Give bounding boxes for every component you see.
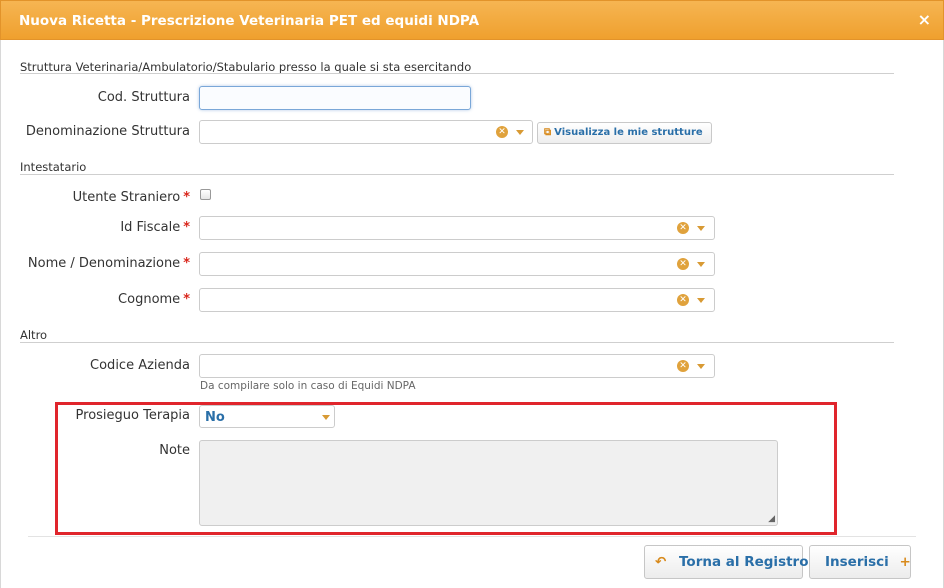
visualizza-strutture-label: Visualizza le mie strutture: [554, 127, 703, 138]
caret-down-icon[interactable]: [697, 226, 705, 231]
section-divider: [20, 174, 894, 175]
section-title-intestatario: Intestatario: [20, 160, 87, 174]
required-mark: *: [183, 220, 190, 235]
caret-down-icon[interactable]: [697, 298, 705, 303]
external-link-icon: ⧉: [544, 127, 552, 138]
section-title-struttura: Struttura Veterinaria/Ambulatorio/Stabul…: [20, 60, 472, 74]
nome-denominazione-text: Nome / Denominazione: [27, 256, 181, 271]
plus-icon: +: [899, 554, 911, 570]
clear-icon[interactable]: ✕: [677, 360, 689, 372]
clear-icon[interactable]: ✕: [677, 222, 689, 234]
torna-al-registro-button[interactable]: ↶ Torna al Registro: [644, 545, 809, 579]
caret-down-icon[interactable]: [697, 262, 705, 267]
codice-azienda-hint: Da compilare solo in caso di Equidi NDPA: [200, 380, 416, 392]
required-mark: *: [183, 292, 190, 307]
torna-al-registro-label: Torna al Registro: [679, 554, 809, 570]
inserisci-button[interactable]: Inserisci +: [809, 545, 911, 579]
cognome-text: Cognome: [118, 292, 181, 307]
id-fiscale-label: Id Fiscale *: [0, 220, 190, 235]
close-icon[interactable]: ×: [918, 10, 931, 29]
utente-straniero-checkbox[interactable]: [200, 189, 211, 200]
utente-straniero-text: Utente Straniero: [72, 190, 181, 205]
visualizza-strutture-button[interactable]: ⧉ Visualizza le mie strutture: [537, 122, 712, 144]
required-mark: *: [183, 190, 190, 205]
utente-straniero-label: Utente Straniero *: [0, 190, 190, 205]
cod-struttura-input[interactable]: [199, 86, 471, 110]
clear-icon[interactable]: ✕: [677, 294, 689, 306]
id-fiscale-select[interactable]: ✕: [199, 216, 715, 240]
nome-denominazione-select[interactable]: ✕: [199, 252, 715, 276]
dialog-titlebar: Nuova Ricetta - Prescrizione Veterinaria…: [0, 0, 944, 40]
nome-denominazione-label: Nome / Denominazione *: [0, 256, 190, 271]
section-divider: [20, 342, 894, 343]
inserisci-label: Inserisci: [825, 554, 889, 570]
clear-icon[interactable]: ✕: [496, 126, 508, 138]
required-mark: *: [183, 256, 190, 271]
undo-icon: ↶: [655, 554, 667, 570]
cognome-label: Cognome *: [0, 292, 190, 307]
id-fiscale-text: Id Fiscale: [120, 220, 181, 235]
highlight-annotation: [55, 402, 837, 535]
denominazione-struttura-select[interactable]: ✕: [199, 120, 533, 144]
cognome-select[interactable]: ✕: [199, 288, 715, 312]
caret-down-icon[interactable]: [516, 130, 524, 135]
cod-struttura-label: Cod. Struttura: [97, 90, 190, 105]
codice-azienda-label: Codice Azienda: [90, 358, 190, 373]
caret-down-icon[interactable]: [697, 364, 705, 369]
section-title-altro: Altro: [20, 328, 48, 342]
footer-divider: [28, 536, 916, 537]
section-divider: [20, 73, 894, 74]
denominazione-struttura-label: Denominazione Struttura: [25, 124, 190, 139]
dialog-title: Nuova Ricetta - Prescrizione Veterinaria…: [19, 13, 480, 29]
codice-azienda-select[interactable]: ✕: [199, 354, 715, 378]
clear-icon[interactable]: ✕: [677, 258, 689, 270]
